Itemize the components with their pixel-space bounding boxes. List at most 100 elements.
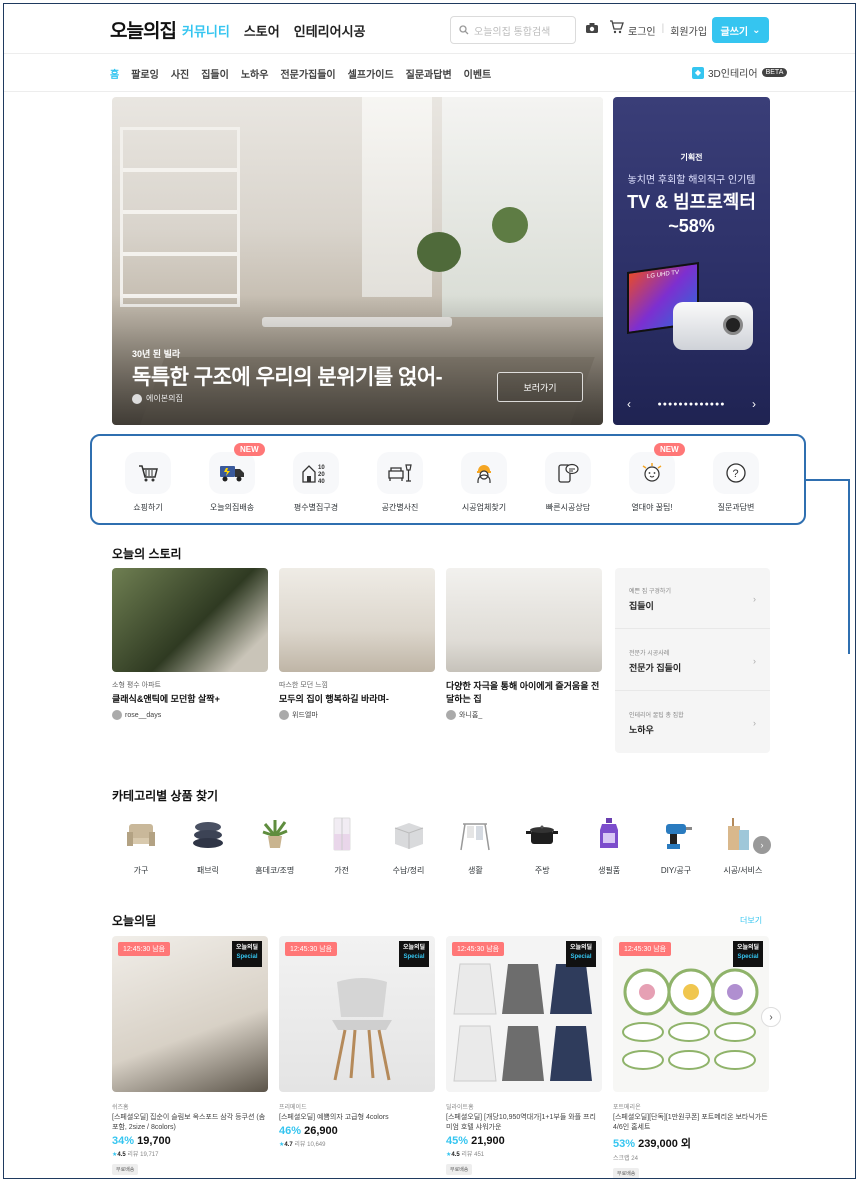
subnav-selfguide[interactable]: 셀프가이드 xyxy=(348,66,394,81)
subnav-following[interactable]: 팔로잉 xyxy=(131,66,159,81)
chevron-right-icon[interactable]: › xyxy=(753,836,771,854)
category-section-title: 카테고리별 상품 찾기 xyxy=(112,789,219,803)
login-link[interactable]: 로그인 xyxy=(628,23,656,38)
promo-title-line2: ~58% xyxy=(668,216,715,236)
new-badge: NEW xyxy=(234,443,265,456)
category-storage[interactable]: 수납/정리 xyxy=(380,814,438,876)
subnav-housewarming[interactable]: 집들이 xyxy=(201,66,229,81)
chevron-right-icon[interactable]: › xyxy=(761,1007,781,1027)
deal-list: 12:45:30 남음 오늘의딜 Special 쉬즈홈 [스페셜오딜] 집순이 … xyxy=(112,936,769,1178)
search-input[interactable]: 오늘의집 통합검색 xyxy=(450,16,576,44)
story-card[interactable]: 다양한 자극을 통해 아이에게 즐거움을 전달하는 집 와니홈_ xyxy=(446,568,602,720)
quick-item-shopping[interactable]: 쇼핑하기 xyxy=(112,452,184,513)
hero-banner[interactable]: 30년 된 빌라 독특한 구조에 우리의 분위기를 얹어- 에이본의집 보러가기 xyxy=(112,97,603,425)
quick-item-size-tour[interactable]: 10 20 40 평수별집구경 xyxy=(280,452,352,513)
hero-subtitle: 30년 된 빌라 xyxy=(132,349,181,359)
story-section-title: 오늘의 스토리 xyxy=(112,547,182,561)
story-card[interactable]: 따스한 모던 느낌 모두의 집이 행복하길 바라며- 위드엘마 xyxy=(279,568,435,720)
hero-plant xyxy=(417,232,461,272)
chevron-right-icon: › xyxy=(753,718,756,728)
hero-plant xyxy=(492,207,528,243)
quick-menu: 쇼핑하기 NEW 오늘의집배송 10 20 40 평수별집구경 공간별사진 시공업 xyxy=(112,443,772,513)
quick-item-delivery[interactable]: NEW 오늘의집배송 xyxy=(196,443,268,513)
view-button[interactable]: 보러가기 xyxy=(497,372,583,402)
story-user[interactable]: rose__days xyxy=(112,710,268,720)
deal-meta: ★4.5 리뷰 451 xyxy=(446,1149,602,1158)
category-living[interactable]: 생활 xyxy=(446,814,504,876)
deal-price: 53% 239,000 외 xyxy=(613,1135,769,1151)
deal-card[interactable]: 12:45:30 남음 오늘의딜 Special 포트메리온 [스페셜오딜][단독… xyxy=(613,936,769,1178)
side-item-expert[interactable]: 전문가 시공사례 전문가 집들이 › xyxy=(615,630,770,691)
deal-name: [스페셜오딜] 예쁨의자 고급형 4colors xyxy=(279,1114,389,1121)
category-label: 주방 xyxy=(534,866,550,875)
category-furniture[interactable]: 가구 xyxy=(112,814,170,876)
more-link[interactable]: 더보기 xyxy=(740,915,762,926)
svg-text:?: ? xyxy=(733,468,739,480)
storage-box-icon xyxy=(389,814,429,854)
3d-interior-link[interactable]: ◆ 3D인테리어 BETA xyxy=(692,65,788,80)
chevron-left-icon[interactable]: ‹ xyxy=(627,397,631,411)
story-card[interactable]: 소형 평수 아파트 클래식&앤틱에 모던함 살짝+ rose__days xyxy=(112,568,268,720)
chevron-right-icon[interactable]: › xyxy=(752,397,756,411)
category-fabric[interactable]: 패브릭 xyxy=(179,814,237,876)
category-label: 가구 xyxy=(133,866,149,875)
category-diy-tools[interactable]: DIY/공구 xyxy=(647,814,705,876)
story-user[interactable]: 위드엘마 xyxy=(279,710,435,720)
quick-item-quick-consult[interactable]: 빠른시공상담 xyxy=(532,452,604,513)
free-shipping-badge: 무료배송 xyxy=(446,1164,473,1175)
deal-reviews: 리뷰 451 xyxy=(461,1152,485,1158)
deal-timer: 12:45:30 남음 xyxy=(118,942,171,956)
story-category: 따스한 모던 느낌 xyxy=(279,682,328,689)
subnav-home[interactable]: 홈 xyxy=(110,66,119,81)
category-label: 홈데코/조명 xyxy=(255,866,295,875)
quick-item-room-photos[interactable]: 공간별사진 xyxy=(364,452,436,513)
story-side-menu: 예쁜 집 구경하기 집들이 › 전문가 시공사례 전문가 집들이 › 인테리어 … xyxy=(615,568,770,753)
deal-discount: 53% xyxy=(613,1138,636,1150)
quick-item-qna[interactable]: ? 질문과답변 xyxy=(700,452,772,513)
subnav-event[interactable]: 이벤트 xyxy=(464,66,492,81)
global-header: 오늘의집 커뮤니티 스토어 인테리어시공 오늘의집 통합검색 로그인 | 회원가… xyxy=(4,4,855,54)
menu-community[interactable]: 커뮤니티 xyxy=(182,21,230,40)
quick-item-find-contractor[interactable]: 시공업체찾기 xyxy=(448,452,520,513)
hero-shade xyxy=(112,295,603,425)
subnav-knowhow[interactable]: 노하우 xyxy=(241,66,269,81)
promo-banner[interactable]: 기획전 놓치면 후회할 해외직구 인기템 TV & 빔프로젝터 ~58% LG … xyxy=(613,97,770,425)
signup-link[interactable]: 회원가입 xyxy=(670,23,707,38)
deal-name: [스페셜오딜][단독][1만원쿠폰] 포트메리온 보타닉가든 4/6인 홈세트 xyxy=(613,1114,768,1131)
category-appliance[interactable]: 가전 xyxy=(313,814,371,876)
special-badge: 오늘의딜 Special xyxy=(566,941,596,967)
camera-icon[interactable] xyxy=(584,20,600,36)
story-user[interactable]: 와니홈_ xyxy=(446,710,602,720)
deal-brand: 포트메리온 xyxy=(613,1105,641,1111)
size-number: 40 xyxy=(318,479,325,484)
deal-card[interactable]: 12:45:30 남음 오늘의딜 Special 딜라이트홈 [스페셜오딜] [개… xyxy=(446,936,602,1178)
menu-store[interactable]: 스토어 xyxy=(244,21,280,40)
subnav-qna[interactable]: 질문과답변 xyxy=(406,66,452,81)
promo-title: TV & 빔프로젝터 ~58% xyxy=(613,190,770,238)
menu-interior[interactable]: 인테리어시공 xyxy=(294,21,366,40)
deal-card[interactable]: 12:45:30 남음 오늘의딜 Special 프리메이드 [스페셜오딜] 예쁨… xyxy=(279,936,435,1178)
category-home-deco[interactable]: 홈데코/조명 xyxy=(246,814,304,876)
side-item-housewarming[interactable]: 예쁜 집 구경하기 집들이 › xyxy=(615,568,770,629)
story-title: 클래식&앤틱에 모던함 살짝+ xyxy=(112,694,220,704)
cart-icon xyxy=(125,452,171,494)
logo[interactable]: 오늘의집 xyxy=(110,16,177,43)
quick-item-summer-tips[interactable]: NEW 열대야 꿀팁! xyxy=(616,443,688,513)
beta-badge: BETA xyxy=(761,68,788,77)
deal-section-title: 오늘의딜 xyxy=(112,914,157,928)
hero-user[interactable]: 에이본의집 xyxy=(132,393,183,404)
category-kitchen[interactable]: 주방 xyxy=(513,814,571,876)
cart-icon[interactable] xyxy=(608,19,624,35)
side-item-knowhow[interactable]: 인테리어 꿀팁 총 집합 노하우 › xyxy=(615,692,770,753)
subnav-expert[interactable]: 전문가집들이 xyxy=(280,66,335,81)
special-bottom: Special xyxy=(570,954,592,960)
promo-title-line1: TV & 빔프로젝터 xyxy=(627,192,756,212)
write-button[interactable]: 글쓰기 ⌄ xyxy=(712,17,769,43)
size-number: 20 xyxy=(318,472,325,478)
free-shipping-badge: 무료배송 xyxy=(613,1168,640,1178)
cube-icon: ◆ xyxy=(692,66,704,79)
subnav-photo[interactable]: 사진 xyxy=(171,66,189,81)
category-essentials[interactable]: 생필품 xyxy=(580,814,638,876)
deal-card[interactable]: 12:45:30 남음 오늘의딜 Special 쉬즈홈 [스페셜오딜] 집순이 … xyxy=(112,936,268,1178)
callout-line xyxy=(848,479,850,654)
